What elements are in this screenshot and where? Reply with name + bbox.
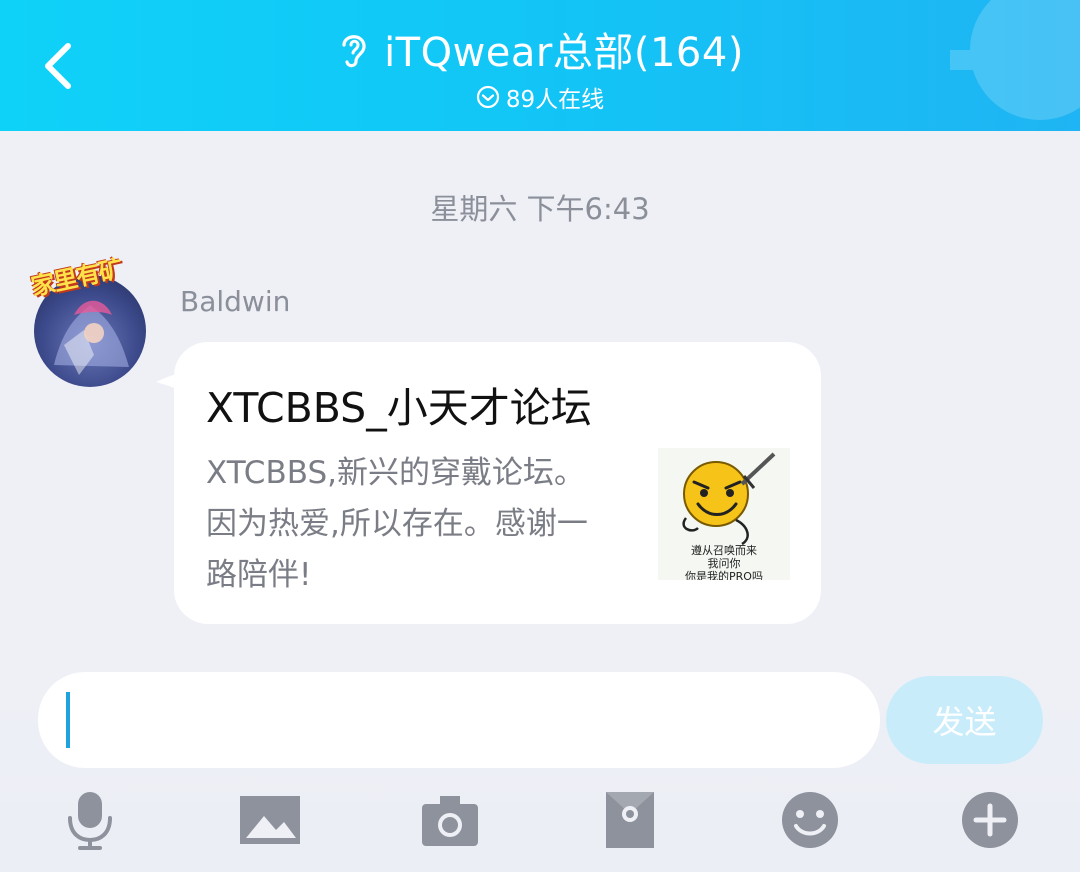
sender-name[interactable]: Baldwin: [180, 285, 290, 318]
card-title: XTCBBS_小天才论坛: [206, 384, 592, 432]
check-circle-icon: [476, 85, 499, 109]
image-icon[interactable]: [238, 788, 302, 852]
thumb-line-2: 我问你: [708, 557, 741, 570]
message-input[interactable]: [38, 672, 880, 768]
ear-icon[interactable]: [336, 29, 370, 69]
smiley-meme-image: 遵从召唤而来 我问你 你是我的PRO吗: [658, 448, 790, 580]
thumb-line-1: 遵从召唤而来: [691, 543, 757, 557]
plus-icon[interactable]: [958, 788, 1022, 852]
title-row: iTQwear总部(164): [0, 22, 1080, 76]
thumb-line-3: 你是我的PRO吗: [685, 569, 763, 580]
online-status: 89人在线: [0, 82, 1080, 113]
online-count: 89人在线: [505, 87, 605, 113]
send-button[interactable]: 发送: [886, 676, 1043, 764]
text-caret: [66, 692, 70, 748]
red-packet-icon[interactable]: [598, 788, 662, 852]
card-thumbnail: 遵从召唤而来 我问你 你是我的PRO吗: [658, 448, 790, 580]
chat-header: iTQwear总部(164) 89人在线: [0, 0, 1080, 131]
camera-icon[interactable]: [418, 788, 482, 852]
emoji-icon[interactable]: [778, 788, 842, 852]
share-card[interactable]: XTCBBS_小天才论坛 XTCBBS,新兴的穿戴论坛。因为热爱,所以存在。感谢…: [174, 342, 821, 624]
message-timestamp: 星期六 下午6:43: [430, 192, 650, 226]
card-description: XTCBBS,新兴的穿戴论坛。因为热爱,所以存在。感谢一路陪伴!: [206, 455, 588, 593]
group-title[interactable]: iTQwear总部(164): [384, 20, 744, 78]
microphone-icon[interactable]: [58, 788, 122, 852]
